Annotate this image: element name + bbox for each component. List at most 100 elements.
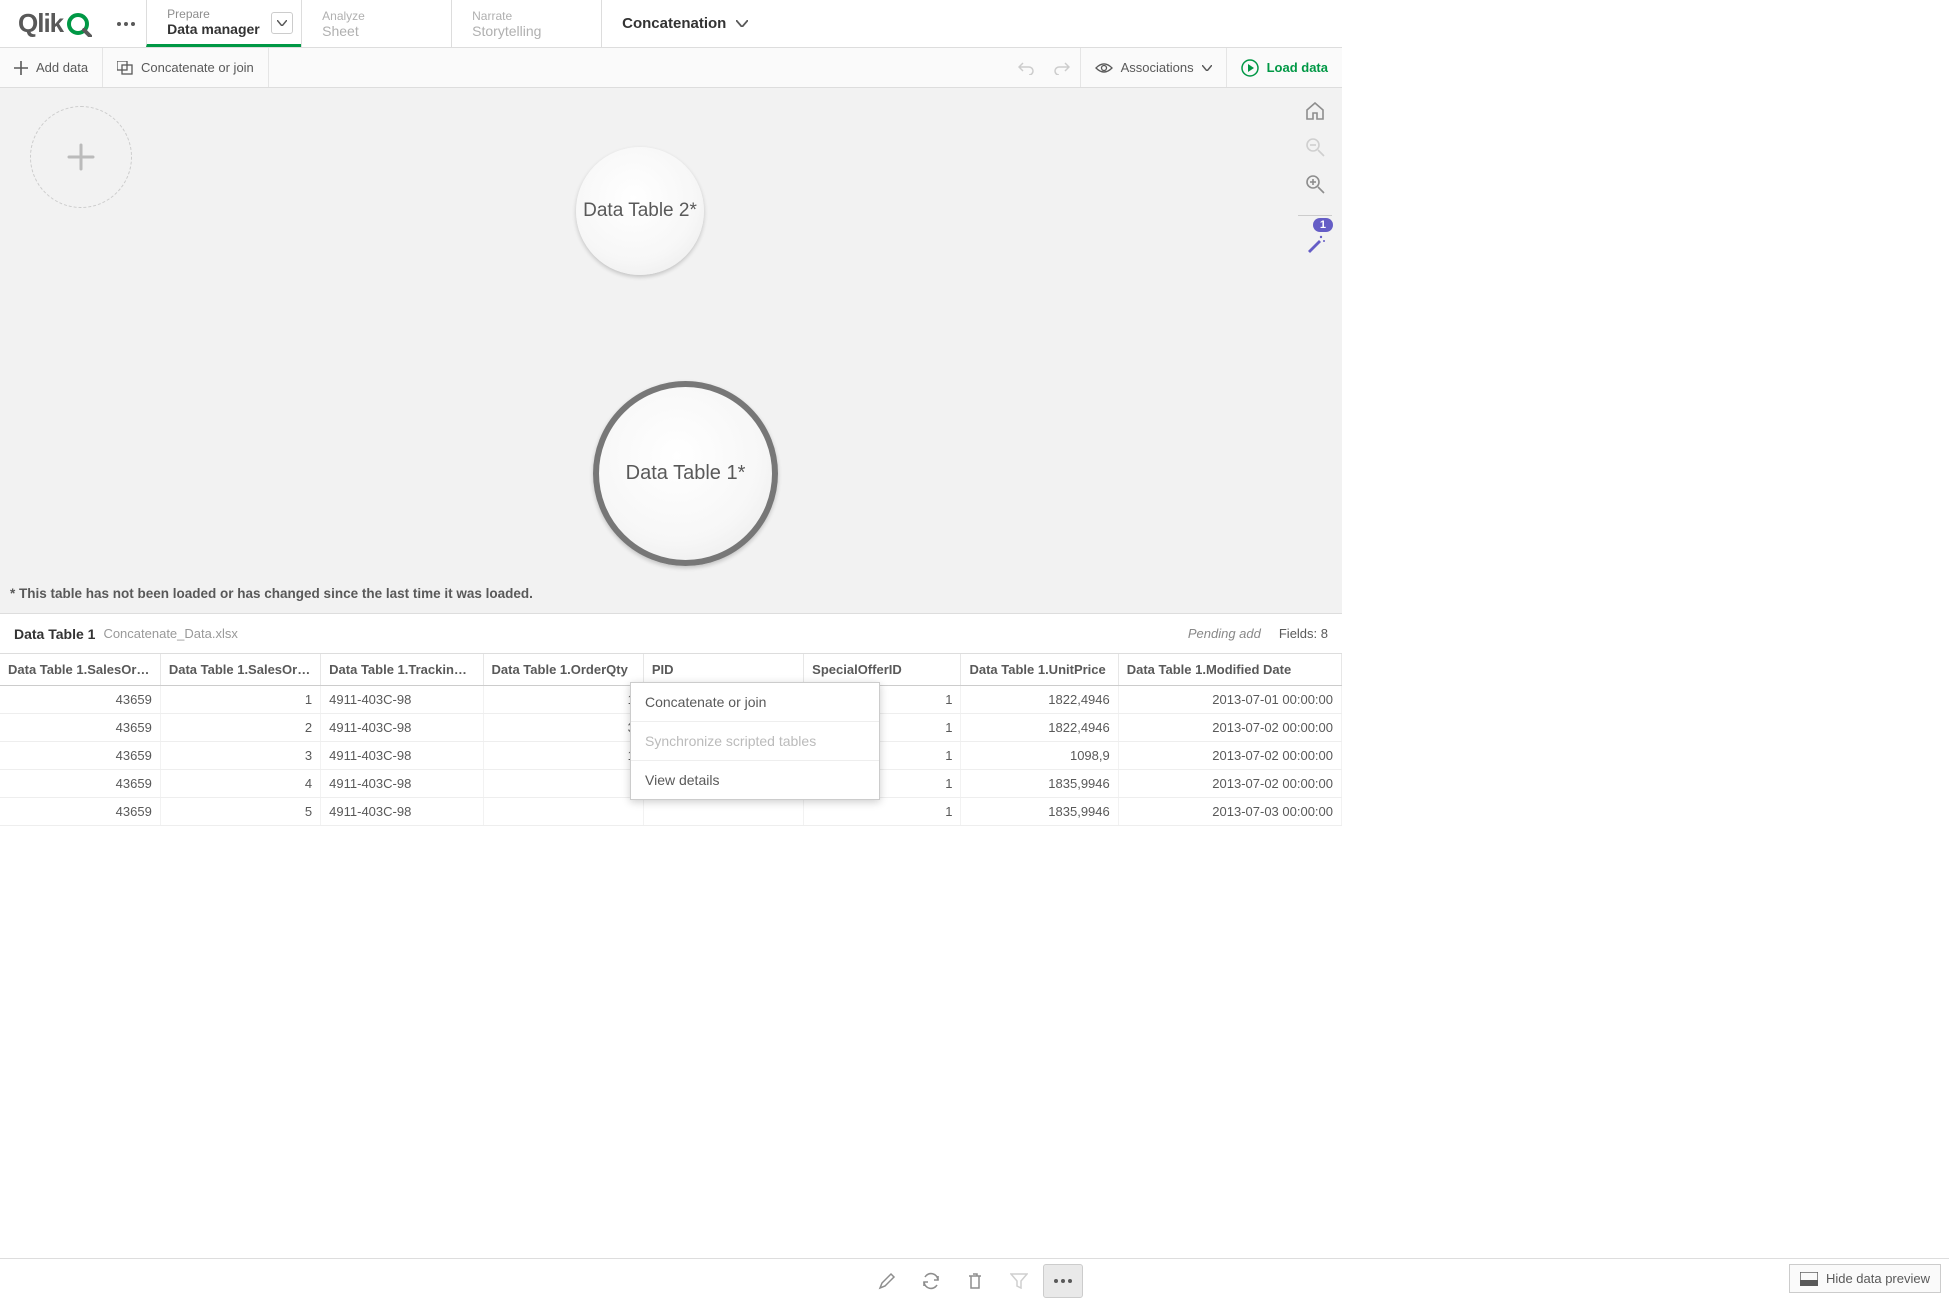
panel-icon: [1800, 1272, 1818, 1286]
table-cell: 43659: [0, 770, 160, 798]
table-cell: 4911-403C-98: [321, 714, 483, 742]
bubble-2-label: Data Table 2*: [583, 200, 697, 222]
table-row[interactable]: 4365954911-403C-98 11835,99462013-07-03 0…: [0, 798, 1342, 826]
app-title-text: Concatenation: [622, 15, 726, 32]
tab-prepare-big: Data manager: [167, 21, 281, 37]
play-circle-icon: [1241, 59, 1259, 77]
table-cell: 43659: [0, 686, 160, 714]
redo-icon: [1054, 61, 1070, 75]
home-icon[interactable]: [1305, 102, 1325, 123]
global-menu-button[interactable]: [106, 0, 146, 47]
table-cell: 2013-07-01 00:00:00: [1118, 686, 1341, 714]
side-divider: [1298, 215, 1332, 216]
app-title[interactable]: Concatenation: [601, 0, 1342, 47]
concatenate-label: Concatenate or join: [141, 60, 254, 75]
undo-icon: [1018, 61, 1034, 75]
table-cell: 1: [483, 686, 643, 714]
tab-analyze-small: Analyze: [322, 9, 431, 23]
preview-table-name: Data Table 1: [14, 626, 95, 642]
preview-file-name: Concatenate_Data.xlsx: [103, 626, 237, 641]
prepare-dropdown[interactable]: [271, 12, 293, 34]
column-header[interactable]: PID: [643, 654, 803, 686]
eye-icon: [1095, 62, 1113, 74]
table-cell: 1835,9946: [961, 770, 1118, 798]
context-menu: Concatenate or join Synchronize scripted…: [630, 682, 880, 800]
table-cell: 3: [160, 742, 320, 770]
delete-icon[interactable]: [955, 1264, 995, 1298]
table-cell: 5: [160, 798, 320, 826]
associations-label: Associations: [1121, 60, 1194, 75]
redo-button[interactable]: [1044, 61, 1080, 75]
table-cell: 4911-403C-98: [321, 686, 483, 714]
table-cell: 43659: [0, 742, 160, 770]
zoom-out-icon[interactable]: [1305, 137, 1325, 160]
table-cell: 4911-403C-98: [321, 770, 483, 798]
hide-preview-label: Hide data preview: [1826, 1271, 1930, 1286]
table-cell: 1: [483, 742, 643, 770]
tab-analyze[interactable]: Analyze Sheet: [301, 0, 451, 47]
chevron-down-icon: [736, 20, 748, 27]
table-cell: 2013-07-02 00:00:00: [1118, 714, 1341, 742]
recommendations-badge: 1: [1313, 218, 1333, 232]
hide-preview-button[interactable]: Hide data preview: [1789, 1264, 1941, 1293]
tab-analyze-big: Sheet: [322, 23, 431, 39]
table-cell: [483, 770, 643, 798]
pending-status: Pending add: [1188, 626, 1261, 641]
load-data-label: Load data: [1267, 60, 1328, 75]
column-header[interactable]: Data Table 1.SalesOr…: [0, 654, 160, 686]
add-data-button[interactable]: Add data: [0, 48, 103, 87]
tab-narrate[interactable]: Narrate Storytelling: [451, 0, 601, 47]
tab-prepare-small: Prepare: [167, 7, 281, 21]
column-header[interactable]: Data Table 1.Tracking…: [321, 654, 483, 686]
table-cell: 2013-07-02 00:00:00: [1118, 770, 1341, 798]
reload-icon[interactable]: [911, 1264, 951, 1298]
table-cell: 1: [160, 686, 320, 714]
table-cell: [643, 798, 803, 826]
undo-button[interactable]: [1008, 61, 1044, 75]
chevron-down-icon: [1202, 65, 1212, 71]
associations-canvas[interactable]: Data Table 2* Data Table 1* * This table…: [0, 88, 1342, 614]
table-bubble-1[interactable]: Data Table 1*: [593, 381, 778, 566]
table-cell: 1835,9946: [961, 798, 1118, 826]
filter-icon: [999, 1264, 1039, 1298]
add-data-label: Add data: [36, 60, 88, 75]
tab-narrate-big: Storytelling: [472, 23, 581, 39]
table-cell: 2: [160, 714, 320, 742]
ctx-view-details[interactable]: View details: [631, 761, 879, 799]
column-header[interactable]: Data Table 1.OrderQty: [483, 654, 643, 686]
add-bubble-button[interactable]: [30, 106, 132, 208]
table-cell: 43659: [0, 714, 160, 742]
table-cell: 3: [483, 714, 643, 742]
table-cell: 4: [160, 770, 320, 798]
ctx-synchronize: Synchronize scripted tables: [631, 722, 879, 761]
fields-count: Fields: 8: [1279, 626, 1328, 641]
canvas-footnote: * This table has not been loaded or has …: [10, 586, 533, 601]
table-cell: 1822,4946: [961, 714, 1118, 742]
plus-icon: [14, 61, 28, 75]
zoom-in-icon[interactable]: [1305, 174, 1325, 197]
table-cell: 4911-403C-98: [321, 798, 483, 826]
column-header[interactable]: Data Table 1.Modified Date: [1118, 654, 1341, 686]
tab-prepare[interactable]: Prepare Data manager: [146, 0, 301, 47]
table-cell: 2013-07-03 00:00:00: [1118, 798, 1341, 826]
column-header[interactable]: Data Table 1.UnitPrice: [961, 654, 1118, 686]
column-header[interactable]: SpecialOfferID: [804, 654, 961, 686]
column-header[interactable]: Data Table 1.SalesOr…: [160, 654, 320, 686]
recommendations-icon[interactable]: 1: [1305, 234, 1325, 257]
tab-narrate-small: Narrate: [472, 9, 581, 23]
table-cell: [483, 798, 643, 826]
load-data-button[interactable]: Load data: [1226, 48, 1342, 87]
table-cell: 43659: [0, 798, 160, 826]
table-cell: 2013-07-02 00:00:00: [1118, 742, 1341, 770]
associations-button[interactable]: Associations: [1080, 48, 1226, 87]
ctx-concatenate[interactable]: Concatenate or join: [631, 683, 879, 722]
plus-icon: [67, 143, 95, 171]
qlik-logo: Qlik: [0, 0, 106, 47]
table-bubble-2[interactable]: Data Table 2*: [576, 147, 704, 275]
more-actions-icon[interactable]: [1043, 1264, 1083, 1298]
table-cell: 1822,4946: [961, 686, 1118, 714]
concatenate-button[interactable]: Concatenate or join: [103, 48, 269, 87]
table-cell: 1: [804, 798, 961, 826]
edit-icon[interactable]: [867, 1264, 907, 1298]
bubble-1-label: Data Table 1*: [626, 462, 746, 485]
